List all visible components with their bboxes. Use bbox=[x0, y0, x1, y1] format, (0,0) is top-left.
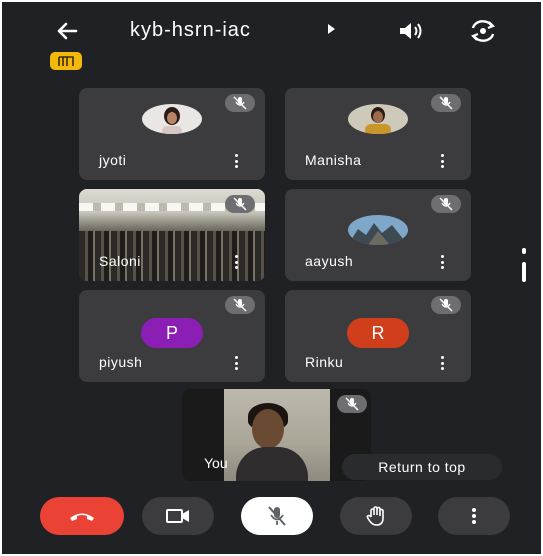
end-call-icon bbox=[70, 513, 94, 521]
back-arrow-icon[interactable] bbox=[52, 16, 82, 46]
participant-tile-manisha[interactable]: Manisha bbox=[285, 88, 471, 180]
participant-tile-piyush[interactable]: P piyush bbox=[79, 290, 265, 382]
more-vert-icon[interactable] bbox=[235, 154, 239, 168]
participant-tile-jyoti[interactable]: jyoti bbox=[79, 88, 265, 180]
speaker-icon[interactable] bbox=[398, 20, 426, 47]
participant-name: Manisha bbox=[305, 152, 362, 168]
more-vert-icon bbox=[472, 508, 476, 524]
more-vert-icon[interactable] bbox=[441, 356, 445, 370]
raise-hand-button[interactable] bbox=[340, 497, 412, 535]
participant-name: Saloni bbox=[99, 253, 141, 269]
microphone-button[interactable] bbox=[241, 497, 313, 535]
mic-off-icon bbox=[268, 506, 286, 526]
mic-off-icon bbox=[225, 195, 255, 213]
avatar-letter: P bbox=[141, 318, 203, 348]
participant-tile-aayush[interactable]: aayush bbox=[285, 189, 471, 281]
mic-off-icon bbox=[337, 395, 367, 413]
participant-tile-saloni[interactable]: Saloni bbox=[79, 189, 265, 281]
self-video bbox=[224, 389, 330, 481]
mic-off-icon bbox=[431, 195, 461, 213]
mic-off-icon bbox=[431, 296, 461, 314]
meeting-code[interactable]: kyb-hsrn-iac bbox=[130, 19, 251, 42]
end-call-button[interactable] bbox=[40, 497, 124, 535]
scroll-indicator[interactable] bbox=[522, 248, 526, 282]
meeting-info-caret-icon[interactable] bbox=[328, 24, 335, 34]
mic-off-icon bbox=[225, 296, 255, 314]
participant-name: aayush bbox=[305, 253, 354, 269]
participant-tile-rinku[interactable]: R Rinku bbox=[285, 290, 471, 382]
top-bar: kyb-hsrn-iac bbox=[2, 2, 541, 62]
raise-hand-icon bbox=[366, 506, 384, 526]
avatar bbox=[348, 215, 408, 245]
return-to-top-button[interactable]: Return to top bbox=[342, 454, 502, 480]
avatar-letter: R bbox=[347, 318, 409, 348]
camera-icon bbox=[166, 509, 189, 523]
camera-button[interactable] bbox=[142, 497, 214, 535]
participant-name: Rinku bbox=[305, 354, 344, 370]
mic-off-icon bbox=[225, 94, 255, 112]
participant-name: jyoti bbox=[99, 152, 127, 168]
meeting-screen: kyb-hsrn-iac jyoti Manisha Saloni aayush… bbox=[2, 2, 541, 554]
participant-name: piyush bbox=[99, 354, 143, 370]
more-vert-icon[interactable] bbox=[235, 356, 239, 370]
mic-off-icon bbox=[431, 94, 461, 112]
avatar bbox=[348, 104, 408, 134]
more-vert-icon[interactable] bbox=[235, 255, 239, 269]
self-label: You bbox=[204, 455, 228, 471]
avatar bbox=[142, 104, 202, 134]
more-vert-icon[interactable] bbox=[441, 255, 445, 269]
switch-camera-icon[interactable] bbox=[468, 18, 498, 49]
host-controls-badge-icon[interactable] bbox=[50, 52, 82, 70]
more-options-button[interactable] bbox=[438, 497, 510, 535]
more-vert-icon[interactable] bbox=[441, 154, 445, 168]
